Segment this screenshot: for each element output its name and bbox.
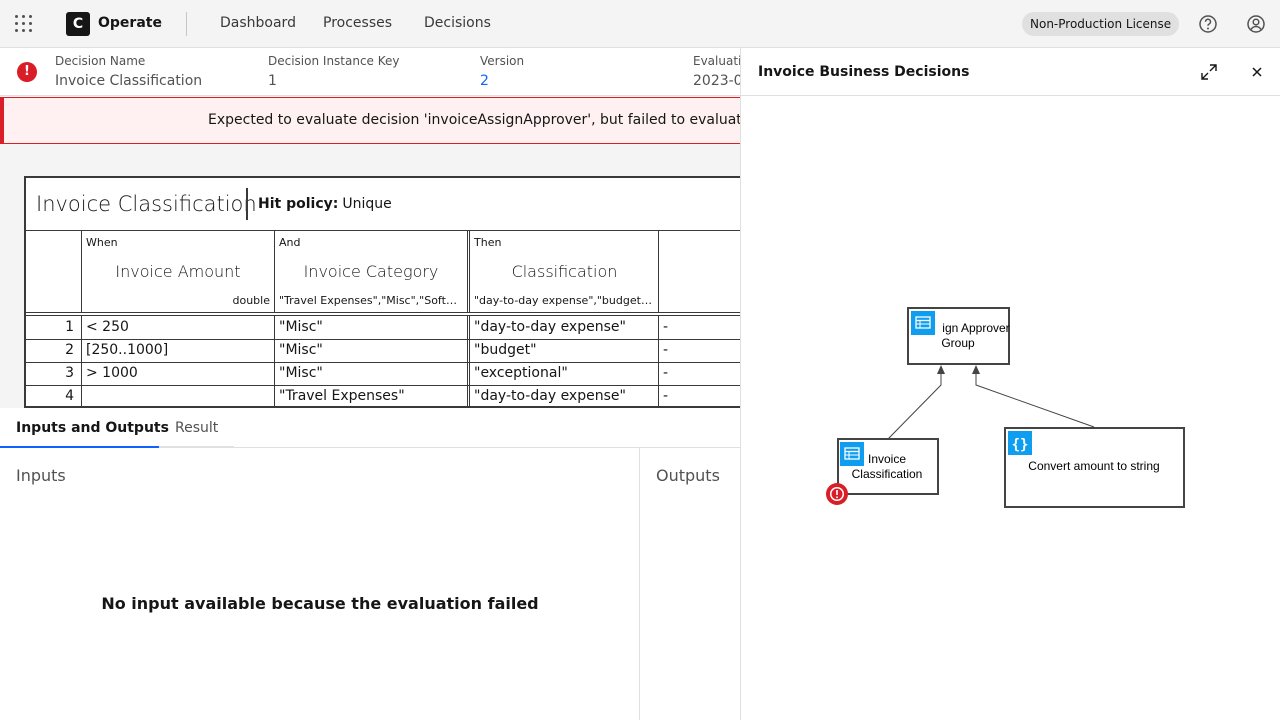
column-kind: And — [279, 236, 301, 249]
header-divider — [186, 12, 187, 36]
column-type: "Travel Expenses","Misc","Softw... — [279, 294, 463, 307]
decision-table: Invoice Classification Hit policy: Unique… — [24, 176, 740, 408]
column-type: double — [232, 294, 271, 307]
table-cell: "Misc" — [274, 316, 467, 339]
table-cell: [250..1000] — [81, 339, 274, 362]
hit-policy: Hit policy: Unique — [258, 196, 392, 212]
hit-policy-label: Hit policy: — [258, 196, 339, 212]
hit-policy-value: Unique — [342, 196, 392, 212]
tab-inputs-and-outputs[interactable]: Inputs and Outputs — [0, 408, 185, 448]
io-divider — [639, 448, 640, 720]
requirement-edge — [887, 365, 945, 440]
decision-name-value: Invoice Classification — [55, 73, 203, 89]
decision-table-title: Invoice Classification — [36, 192, 257, 216]
top-bar: C Operate Dashboard Processes Decisions … — [0, 0, 1280, 48]
instance-key-label: Decision Instance Key — [268, 54, 400, 68]
node-label: Invoice — [868, 452, 906, 466]
table-cell: "Travel Expenses" — [274, 385, 467, 406]
decision-instance-pane: ! Decision Name Invoice Classification D… — [0, 48, 740, 720]
table-cell: "day-to-day expense" — [467, 316, 659, 339]
column-kind: Then — [474, 236, 502, 249]
table-cell: - — [658, 316, 740, 339]
column-type: "day-to-day expense","budget",... — [474, 294, 655, 307]
svg-text:{}: {} — [1012, 437, 1029, 453]
rule-index: 4 — [65, 388, 74, 404]
table-cell: > 1000 — [81, 362, 274, 385]
drd-panel-header: Invoice Business Decisions — [741, 48, 1280, 96]
maximize-icon[interactable] — [1199, 62, 1219, 82]
table-cell — [81, 385, 274, 406]
decision-table-icon — [840, 442, 864, 466]
camunda-logo[interactable]: C — [66, 12, 90, 36]
decision-name-label: Decision Name — [55, 54, 146, 68]
drd-node-convert-amount[interactable]: Convert amount to string {} — [1004, 427, 1185, 508]
column-name: Classification — [511, 262, 618, 281]
literal-expression-icon: {} — [1008, 431, 1032, 455]
result-tabs: Inputs and Outputs Result — [0, 408, 740, 448]
table-cell: - — [658, 385, 740, 406]
table-cell: "Misc" — [274, 339, 467, 362]
table-cell: < 250 — [81, 316, 274, 339]
rule-index: 1 — [65, 319, 74, 335]
table-cell: "budget" — [467, 339, 659, 362]
annotation-column-header — [658, 230, 740, 312]
evaluation-date-value: 2023-0 — [693, 73, 740, 89]
nav-decisions[interactable]: Decisions — [424, 15, 491, 31]
drd-panel: Invoice Business Decisions ign Approver … — [740, 48, 1280, 720]
table-cell: "day-to-day expense" — [467, 385, 659, 406]
version-label: Version — [480, 54, 525, 68]
drd-panel-title: Invoice Business Decisions — [758, 64, 970, 80]
rule-index: 2 — [65, 342, 74, 358]
table-cell: "exceptional" — [467, 362, 659, 385]
title-separator — [246, 188, 248, 220]
input-column-header: When Invoice Amount double — [81, 230, 274, 312]
instance-header: ! Decision Name Invoice Classification D… — [0, 48, 740, 96]
requirement-edge — [972, 365, 1095, 428]
node-label: Group — [941, 336, 975, 350]
incident-banner: Expected to evaluate decision 'invoiceAs… — [0, 97, 740, 144]
nav-dashboard[interactable]: Dashboard — [220, 15, 296, 31]
close-icon[interactable] — [1247, 62, 1267, 82]
column-name: Invoice Amount — [115, 262, 241, 281]
outputs-title: Outputs — [656, 466, 720, 485]
app-switcher-icon[interactable] — [14, 14, 34, 34]
header-divider-line — [26, 312, 740, 313]
inputs-outputs-panel: Inputs No input available because the ev… — [0, 448, 740, 720]
nav-processes[interactable]: Processes — [323, 15, 392, 31]
input-column-header: And Invoice Category "Travel Expenses","… — [274, 230, 467, 312]
version-link[interactable]: 2 — [480, 73, 489, 89]
error-badge-icon — [826, 483, 848, 505]
incident-message: Expected to evaluate decision 'invoiceAs… — [208, 112, 740, 128]
table-cell: "Misc" — [274, 362, 467, 385]
license-tag[interactable]: Non-Production License — [1022, 12, 1180, 36]
user-icon[interactable] — [1246, 14, 1266, 34]
table-cell: - — [658, 339, 740, 362]
inputs-empty-message: No input available because the evaluatio… — [101, 594, 539, 613]
decision-table-icon — [911, 311, 935, 335]
drd-node-invoice-classification[interactable]: Invoice Classification — [826, 438, 939, 505]
drd-node-assign-approver[interactable]: ign Approver Group — [907, 307, 1010, 365]
inputs-title: Inputs — [16, 466, 66, 485]
brand-name[interactable]: Operate — [98, 15, 162, 31]
table-cell: - — [658, 362, 740, 385]
output-column-header: Then Classification "day-to-day expense"… — [467, 230, 659, 312]
node-label: Convert amount to string — [1028, 459, 1159, 473]
tab-result[interactable]: Result — [159, 408, 235, 448]
node-label: ign Approver — [942, 321, 1009, 335]
rule-index: 3 — [65, 365, 74, 381]
help-icon[interactable] — [1198, 14, 1218, 34]
column-name: Invoice Category — [303, 262, 439, 281]
instance-key-value: 1 — [268, 73, 277, 89]
drd-diagram[interactable]: ign Approver Group Invoice Classificatio… — [741, 96, 1280, 720]
column-kind: When — [86, 236, 118, 249]
node-label: Classification — [852, 467, 923, 481]
evaluation-date-label: Evaluation — [693, 54, 740, 68]
error-icon: ! — [17, 62, 37, 82]
